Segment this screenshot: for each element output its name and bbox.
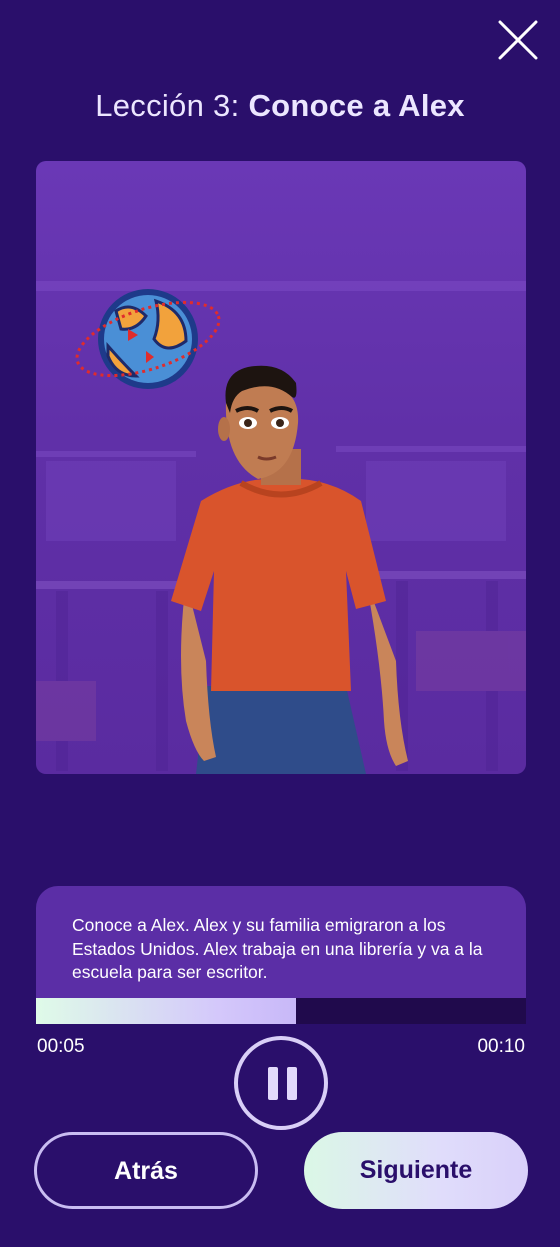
character-alex bbox=[171, 365, 408, 774]
lesson-video[interactable] bbox=[36, 161, 526, 774]
caption-text: Conoce a Alex. Alex y su familia emigrar… bbox=[72, 915, 483, 982]
page-title: Lección 3: Conoce a Alex bbox=[0, 88, 560, 124]
caption-card: Conoce a Alex. Alex y su familia emigrar… bbox=[36, 886, 526, 999]
total-time: 00:10 bbox=[477, 1036, 525, 1057]
close-button[interactable] bbox=[496, 18, 540, 62]
progress-bar[interactable] bbox=[36, 998, 526, 1024]
back-button[interactable]: Atrás bbox=[34, 1132, 258, 1209]
current-time: 00:05 bbox=[37, 1036, 85, 1057]
title-light: Lección 3: bbox=[95, 88, 240, 123]
globe-migration-icon bbox=[75, 289, 221, 389]
lesson-screen: Lección 3: Conoce a Alex Conoce a Alex. … bbox=[0, 0, 560, 1247]
title-bold: Conoce a Alex bbox=[248, 88, 465, 123]
close-icon bbox=[498, 20, 538, 60]
video-scene bbox=[36, 281, 526, 774]
pause-button[interactable] bbox=[234, 1036, 328, 1130]
progress-fill bbox=[36, 998, 296, 1024]
next-button[interactable]: Siguiente bbox=[304, 1132, 528, 1209]
